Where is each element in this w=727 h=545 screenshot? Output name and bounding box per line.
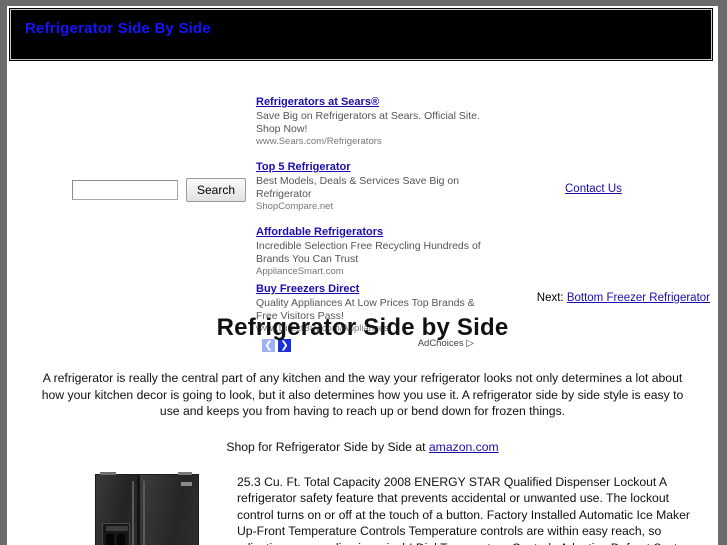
ad-spacer: [256, 149, 506, 157]
shop-line: Shop for Refrigerator Side by Side at am…: [7, 440, 718, 454]
ad-unit: Affordable Refrigerators Incredible Sele…: [256, 222, 506, 278]
page-content: Refrigerator Side By Side Search Refrige…: [7, 6, 718, 545]
ad-title-link[interactable]: Top 5 Refrigerator: [256, 161, 351, 174]
fridge-door-seam: [137, 474, 140, 545]
ad-unit: Top 5 Refrigerator Best Models, Deals & …: [256, 157, 506, 213]
search-input[interactable]: [72, 180, 178, 200]
search-button[interactable]: Search: [186, 178, 247, 202]
ad-title-link[interactable]: Buy Freezers Direct: [256, 283, 359, 296]
ad-display-url: ApplianceSmart.com: [256, 266, 344, 277]
dispenser-cavity-right: [117, 533, 125, 545]
ad-description: Save Big on Refrigerators at Sears. Offi…: [256, 110, 480, 135]
dispenser-control-panel: [106, 525, 128, 531]
product-row: 25.3 Cu. Ft. Total Capacity 2008 ENERGY …: [7, 471, 718, 545]
fridge-ice-water-dispenser: [102, 522, 130, 545]
fridge-handle-right: [143, 480, 145, 545]
shop-line-prefix: Shop for Refrigerator Side by Side at: [226, 439, 429, 454]
site-header-banner: Refrigerator Side By Side: [10, 9, 712, 60]
site-title: Refrigerator Side By Side: [25, 20, 211, 37]
top-widgets-row: Search Refrigerators at Sears® Save Big …: [7, 63, 718, 352]
contact-us-link[interactable]: Contact Us: [565, 183, 622, 195]
search-form: Search: [72, 178, 247, 204]
ad-title-link[interactable]: Affordable Refrigerators: [256, 226, 383, 239]
page-title: Refrigerator Side by Side: [216, 314, 509, 341]
ad-spacer: [256, 214, 506, 222]
refrigerator-product-image: [95, 471, 199, 545]
fridge-handle-left: [132, 480, 134, 545]
product-description: 25.3 Cu. Ft. Total Capacity 2008 ENERGY …: [237, 474, 694, 545]
dispenser-cavity-left: [106, 533, 114, 545]
next-label: Next:: [536, 292, 564, 304]
window-frame-left: [0, 0, 7, 545]
next-navigation: Next: Bottom Freezer Refrigerator: [537, 292, 710, 304]
browser-viewport: Refrigerator Side By Side Search Refrige…: [0, 0, 727, 545]
intro-paragraph: A refrigerator is really the central par…: [41, 371, 684, 418]
fridge-brand-badge: [181, 481, 192, 486]
ad-description: Best Models, Deals & Services Save Big o…: [256, 175, 460, 200]
product-image-wrapper: [7, 471, 237, 545]
ad-display-url: ShopCompare.net: [256, 201, 334, 212]
ad-description: Incredible Selection Free Recycling Hund…: [256, 240, 481, 265]
amazon-link[interactable]: amazon.com: [429, 440, 499, 454]
next-page-link[interactable]: Bottom Freezer Refrigerator: [567, 292, 710, 304]
window-frame-right: [718, 0, 727, 545]
ad-unit: Refrigerators at Sears® Save Big on Refr…: [256, 92, 506, 148]
ad-display-url: www.Sears.com/Refrigerators: [256, 136, 382, 147]
main-content: Refrigerator Side by Side A refrigerator…: [7, 306, 718, 545]
ad-title-link[interactable]: Refrigerators at Sears®: [256, 96, 379, 109]
